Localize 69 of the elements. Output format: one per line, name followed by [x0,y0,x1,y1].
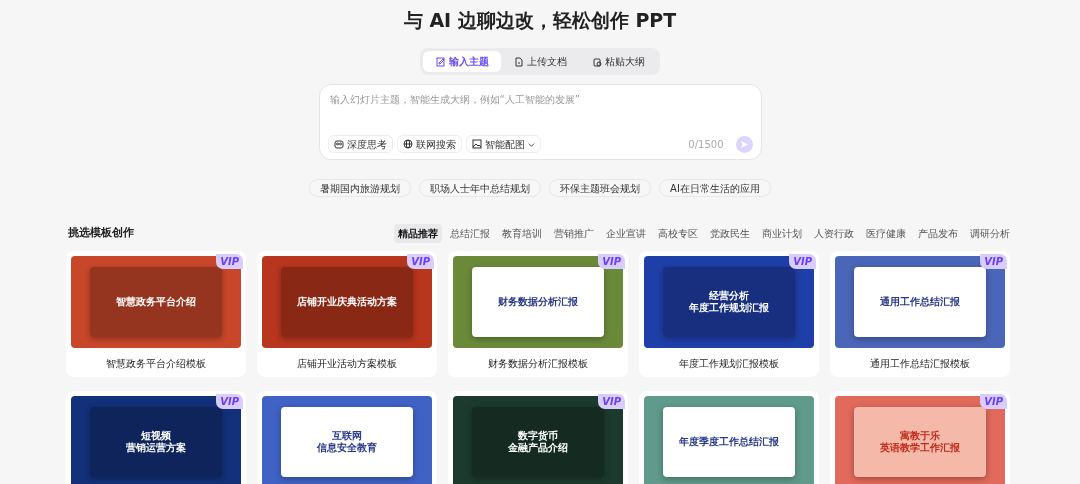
mode-tab[interactable]: 输入主题 [423,51,501,72]
document-icon [513,56,524,67]
category-tab[interactable]: 企业宣讲 [602,223,650,243]
template-caption: 通用工作总结汇报模板 [869,357,971,371]
category-tab[interactable]: 精品推荐 [394,223,442,243]
category-tab[interactable]: 人资行政 [810,223,858,243]
template-card[interactable]: 短视频 营销运营方案 VIP [66,391,246,484]
tool-button[interactable]: 智能配图 [465,135,541,153]
vip-badge: VIP [407,254,434,269]
template-card[interactable]: 年度季度工作总结汇报 [639,391,819,484]
slide-title: 信息安全教育 [317,442,377,454]
template-caption: 年度工作规划汇报模板 [678,357,780,371]
category-tab[interactable]: 产品发布 [914,223,962,243]
template-card[interactable]: 通用工作总结汇报 VIP 通用工作总结汇报模板 [830,251,1010,377]
vip-badge: VIP [980,394,1007,409]
template-card[interactable]: 经营分析 年度工作规划汇报 VIP 年度工作规划汇报模板 [639,251,819,377]
category-tab[interactable]: 总结汇报 [446,223,494,243]
category-tab[interactable]: 调研分析 [966,223,1014,243]
template-caption: 智慧政务平台介绍模板 [105,357,207,371]
template-card[interactable]: 寓教于乐 英语教学工作汇报 VIP [830,391,1010,484]
slide-title: 经营分析 [709,290,749,302]
page-headline: 与 AI 边聊边改，轻松创作 PPT [402,8,678,33]
slide-title: 店铺开业庆典活动方案 [297,296,397,308]
category-tab[interactable]: 医疗健康 [862,223,910,243]
suggestion-chip[interactable]: 职场人士年中总结规划 [419,179,542,197]
vip-badge: VIP [980,254,1007,269]
section-title: 挑选模板创作 [68,224,134,241]
template-caption: 财务数据分析汇报模板 [487,357,589,371]
globe-icon [402,139,413,149]
tool-button[interactable]: 深度思考 [327,135,393,153]
template-card[interactable]: 财务数据分析汇报 VIP 财务数据分析汇报模板 [448,251,628,377]
template-card[interactable]: 数字货币 金融产品介绍 VIP [448,391,628,484]
slide-title: 短视频 [141,430,171,442]
vip-badge: VIP [789,254,816,269]
clipboard-icon [591,56,602,67]
vip-badge: VIP [216,254,243,269]
category-tab[interactable]: 高校专区 [654,223,702,243]
slide-title: 财务数据分析汇报 [498,296,578,308]
tool-button[interactable]: 联网搜索 [396,135,462,153]
image-icon [471,139,482,149]
template-card[interactable]: 智慧政务平台介绍 VIP 智慧政务平台介绍模板 [66,251,246,377]
template-card[interactable]: 店铺开业庆典活动方案 VIP 店铺开业活动方案模板 [257,251,437,377]
category-tab[interactable]: 教育培训 [498,223,546,243]
template-card[interactable]: 互联网 信息安全教育 [257,391,437,484]
vip-badge: VIP [598,394,625,409]
edit-icon [435,56,446,67]
mode-tab[interactable]: 粘贴大纲 [579,51,657,72]
slide-title: 数字货币 [518,430,558,442]
slide-title: 年度工作规划汇报 [689,302,769,314]
send-icon [739,139,749,149]
suggestion-chip[interactable]: 暑期国内旅游规划 [309,179,412,197]
mode-tab[interactable]: 上传文档 [501,51,579,72]
category-tab[interactable]: 商业计划 [758,223,806,243]
suggestion-chip[interactable]: 环保主题班会规划 [549,179,652,197]
slide-title: 金融产品介绍 [508,442,568,454]
slide-title: 年度季度工作总结汇报 [679,436,779,448]
category-tab[interactable]: 党政民生 [706,223,754,243]
slide-title: 互联网 [332,430,362,442]
slide-title: 通用工作总结汇报 [880,296,960,308]
vip-badge: VIP [598,254,625,269]
slide-title: 寓教于乐 [900,430,940,442]
category-tab[interactable]: 营销推广 [550,223,598,243]
template-caption: 店铺开业活动方案模板 [296,357,398,371]
slide-title: 英语教学工作汇报 [880,442,960,454]
character-counter: 0/1500 [688,137,724,152]
suggestion-chip[interactable]: AI在日常生活的应用 [659,179,771,197]
vip-badge: VIP [216,394,243,409]
slide-title: 营销运营方案 [126,442,186,454]
slide-title: 智慧政务平台介绍 [116,296,196,308]
